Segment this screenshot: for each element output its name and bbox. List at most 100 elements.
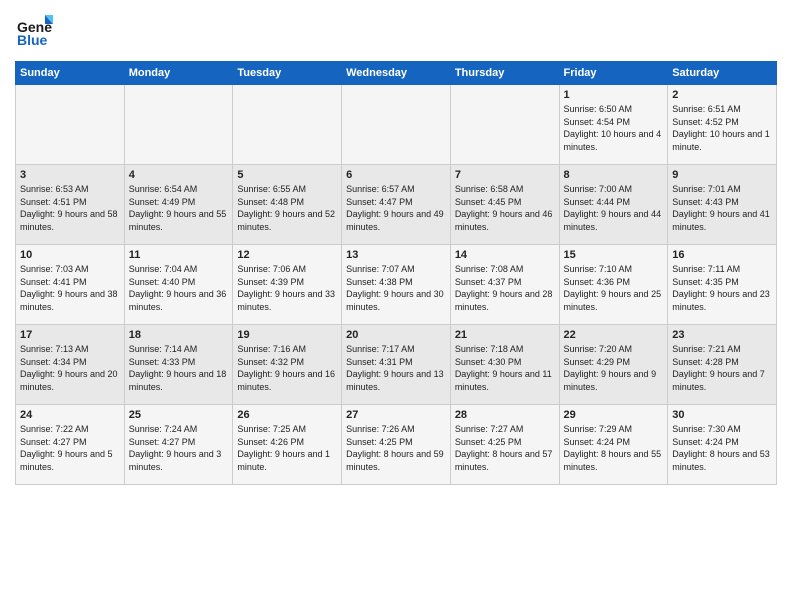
day-info: Sunrise: 6:54 AM Sunset: 4:49 PM Dayligh… (129, 183, 229, 233)
day-number: 10 (20, 249, 120, 261)
day-number: 15 (564, 249, 664, 261)
day-number: 24 (20, 409, 120, 421)
day-number: 14 (455, 249, 555, 261)
day-cell (342, 85, 451, 165)
day-cell: 8 Sunrise: 7:00 AM Sunset: 4:44 PM Daylig… (559, 165, 668, 245)
day-info: Sunrise: 7:17 AM Sunset: 4:31 PM Dayligh… (346, 343, 446, 393)
week-row-1: 1Sunrise: 6:50 AM Sunset: 4:54 PM Daylig… (16, 85, 777, 165)
day-info: Sunrise: 7:06 AM Sunset: 4:39 PM Dayligh… (237, 263, 337, 313)
day-number: 7 (455, 169, 555, 181)
day-number: 26 (237, 409, 337, 421)
day-number: 9 (672, 169, 772, 181)
day-number: 18 (129, 329, 229, 341)
day-info: Sunrise: 7:30 AM Sunset: 4:24 PM Dayligh… (672, 423, 772, 473)
day-info: Sunrise: 7:24 AM Sunset: 4:27 PM Dayligh… (129, 423, 229, 473)
day-cell: 11 Sunrise: 7:04 AM Sunset: 4:40 PM Dayli… (124, 245, 233, 325)
day-number: 6 (346, 169, 446, 181)
day-info: Sunrise: 6:53 AM Sunset: 4:51 PM Dayligh… (20, 183, 120, 233)
day-cell: 6 Sunrise: 6:57 AM Sunset: 4:47 PM Daylig… (342, 165, 451, 245)
day-cell: 15Sunrise: 7:10 AM Sunset: 4:36 PM Dayli… (559, 245, 668, 325)
day-cell: 24 Sunrise: 7:22 AM Sunset: 4:27 PM Dayli… (16, 405, 125, 485)
day-cell: 5 Sunrise: 6:55 AM Sunset: 4:48 PM Daylig… (233, 165, 342, 245)
day-info: Sunrise: 7:18 AM Sunset: 4:30 PM Dayligh… (455, 343, 555, 393)
day-cell: 27Sunrise: 7:26 AM Sunset: 4:25 PM Dayli… (342, 405, 451, 485)
day-cell: 26 Sunrise: 7:25 AM Sunset: 4:26 PM Dayli… (233, 405, 342, 485)
col-header-thursday: Thursday (450, 62, 559, 85)
day-info: Sunrise: 7:27 AM Sunset: 4:25 PM Dayligh… (455, 423, 555, 473)
day-info: Sunrise: 6:55 AM Sunset: 4:48 PM Dayligh… (237, 183, 337, 233)
week-row-2: 3 Sunrise: 6:53 AM Sunset: 4:51 PM Daylig… (16, 165, 777, 245)
logo-icon: General Blue (15, 10, 53, 53)
day-number: 13 (346, 249, 446, 261)
page: General Blue SundayMondayTuesdayWednesda… (0, 0, 792, 612)
day-number: 22 (564, 329, 664, 341)
day-cell: 29Sunrise: 7:29 AM Sunset: 4:24 PM Dayli… (559, 405, 668, 485)
day-cell: 12 Sunrise: 7:06 AM Sunset: 4:39 PM Dayli… (233, 245, 342, 325)
day-number: 16 (672, 249, 772, 261)
day-cell (450, 85, 559, 165)
day-cell: 10 Sunrise: 7:03 AM Sunset: 4:41 PM Dayli… (16, 245, 125, 325)
day-number: 5 (237, 169, 337, 181)
day-info: Sunrise: 6:57 AM Sunset: 4:47 PM Dayligh… (346, 183, 446, 233)
day-number: 25 (129, 409, 229, 421)
day-number: 2 (672, 89, 772, 101)
day-info: Sunrise: 6:51 AM Sunset: 4:52 PM Dayligh… (672, 103, 772, 153)
day-cell: 28 Sunrise: 7:27 AM Sunset: 4:25 PM Dayli… (450, 405, 559, 485)
day-number: 4 (129, 169, 229, 181)
calendar-table: SundayMondayTuesdayWednesdayThursdayFrid… (15, 61, 777, 485)
day-info: Sunrise: 6:58 AM Sunset: 4:45 PM Dayligh… (455, 183, 555, 233)
day-info: Sunrise: 7:21 AM Sunset: 4:28 PM Dayligh… (672, 343, 772, 393)
day-cell: 2 Sunrise: 6:51 AM Sunset: 4:52 PM Daylig… (668, 85, 777, 165)
day-info: Sunrise: 7:26 AM Sunset: 4:25 PM Dayligh… (346, 423, 446, 473)
day-cell (16, 85, 125, 165)
day-info: Sunrise: 7:08 AM Sunset: 4:37 PM Dayligh… (455, 263, 555, 313)
col-header-friday: Friday (559, 62, 668, 85)
day-number: 20 (346, 329, 446, 341)
day-info: Sunrise: 7:20 AM Sunset: 4:29 PM Dayligh… (564, 343, 664, 393)
col-header-sunday: Sunday (16, 62, 125, 85)
day-info: Sunrise: 6:50 AM Sunset: 4:54 PM Dayligh… (564, 103, 664, 153)
day-number: 17 (20, 329, 120, 341)
day-number: 3 (20, 169, 120, 181)
day-cell: 9 Sunrise: 7:01 AM Sunset: 4:43 PM Daylig… (668, 165, 777, 245)
day-cell: 30 Sunrise: 7:30 AM Sunset: 4:24 PM Dayli… (668, 405, 777, 485)
svg-text:Blue: Blue (17, 32, 48, 48)
day-cell (233, 85, 342, 165)
col-header-monday: Monday (124, 62, 233, 85)
day-number: 12 (237, 249, 337, 261)
day-cell: 22 Sunrise: 7:20 AM Sunset: 4:29 PM Dayli… (559, 325, 668, 405)
day-cell: 16 Sunrise: 7:11 AM Sunset: 4:35 PM Dayli… (668, 245, 777, 325)
day-number: 19 (237, 329, 337, 341)
col-header-wednesday: Wednesday (342, 62, 451, 85)
day-number: 29 (564, 409, 664, 421)
day-info: Sunrise: 7:25 AM Sunset: 4:26 PM Dayligh… (237, 423, 337, 473)
day-cell: 23 Sunrise: 7:21 AM Sunset: 4:28 PM Dayli… (668, 325, 777, 405)
day-cell: 14 Sunrise: 7:08 AM Sunset: 4:37 PM Dayli… (450, 245, 559, 325)
header: General Blue (15, 10, 777, 53)
day-cell: 25 Sunrise: 7:24 AM Sunset: 4:27 PM Dayli… (124, 405, 233, 485)
week-row-4: 17Sunrise: 7:13 AM Sunset: 4:34 PM Dayli… (16, 325, 777, 405)
day-info: Sunrise: 7:03 AM Sunset: 4:41 PM Dayligh… (20, 263, 120, 313)
day-number: 30 (672, 409, 772, 421)
day-info: Sunrise: 7:11 AM Sunset: 4:35 PM Dayligh… (672, 263, 772, 313)
day-number: 28 (455, 409, 555, 421)
day-cell: 3 Sunrise: 6:53 AM Sunset: 4:51 PM Daylig… (16, 165, 125, 245)
logo: General Blue (15, 10, 53, 53)
day-cell: 13Sunrise: 7:07 AM Sunset: 4:38 PM Dayli… (342, 245, 451, 325)
day-info: Sunrise: 7:01 AM Sunset: 4:43 PM Dayligh… (672, 183, 772, 233)
col-header-saturday: Saturday (668, 62, 777, 85)
day-cell: 18Sunrise: 7:14 AM Sunset: 4:33 PM Dayli… (124, 325, 233, 405)
col-header-tuesday: Tuesday (233, 62, 342, 85)
day-number: 23 (672, 329, 772, 341)
day-info: Sunrise: 7:00 AM Sunset: 4:44 PM Dayligh… (564, 183, 664, 233)
day-number: 11 (129, 249, 229, 261)
day-info: Sunrise: 7:04 AM Sunset: 4:40 PM Dayligh… (129, 263, 229, 313)
day-info: Sunrise: 7:22 AM Sunset: 4:27 PM Dayligh… (20, 423, 120, 473)
day-cell: 4 Sunrise: 6:54 AM Sunset: 4:49 PM Daylig… (124, 165, 233, 245)
week-row-3: 10 Sunrise: 7:03 AM Sunset: 4:41 PM Dayli… (16, 245, 777, 325)
day-cell: 19Sunrise: 7:16 AM Sunset: 4:32 PM Dayli… (233, 325, 342, 405)
week-row-5: 24 Sunrise: 7:22 AM Sunset: 4:27 PM Dayli… (16, 405, 777, 485)
day-number: 8 (564, 169, 664, 181)
day-cell (124, 85, 233, 165)
day-cell: 17Sunrise: 7:13 AM Sunset: 4:34 PM Dayli… (16, 325, 125, 405)
